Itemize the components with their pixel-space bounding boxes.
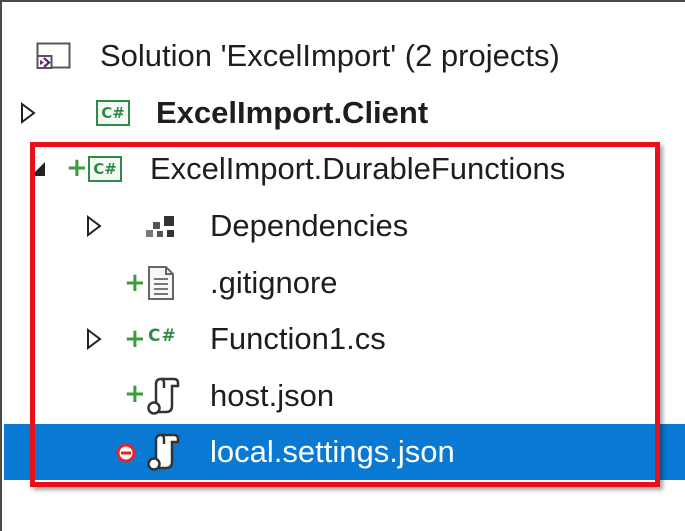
expand-arrow-icon[interactable]: [16, 101, 40, 125]
tree-item-label: ExcelImport.Client: [156, 95, 429, 130]
expand-arrow-icon[interactable]: [82, 214, 106, 238]
csharp-project-icon: C#: [88, 156, 122, 182]
excluded-icon: [116, 443, 136, 463]
tree-item-client-project[interactable]: C# ExcelImport.Client: [4, 85, 685, 141]
tree-item-gitignore[interactable]: + .gitignore: [4, 255, 685, 311]
tree-item-label: Solution 'ExcelImport' (2 projects): [100, 38, 560, 73]
tree-item-host-json[interactable]: + host.json: [4, 368, 685, 424]
json-file-icon: [142, 432, 186, 472]
tree-item-solution[interactable]: Solution 'ExcelImport' (2 projects): [4, 28, 685, 84]
dependencies-icon: [144, 214, 178, 240]
added-icon: +: [124, 324, 146, 354]
vs-solution-icon: [36, 40, 72, 72]
json-file-icon: [142, 376, 186, 416]
tree-item-label: Dependencies: [210, 208, 409, 243]
tree-item-dependencies[interactable]: Dependencies: [4, 198, 685, 254]
tree-item-durablefunctions-project[interactable]: + C# ExcelImport.DurableFunctions: [4, 141, 685, 197]
added-icon: +: [124, 268, 146, 298]
tree-item-label: local.settings.json: [210, 434, 455, 469]
tree-item-label: Function1.cs: [210, 321, 386, 356]
added-icon: +: [66, 153, 88, 183]
solution-explorer-panel: Solution 'ExcelImport' (2 projects) C# E…: [0, 0, 685, 531]
csharp-project-icon: C#: [96, 100, 130, 126]
tree-item-label: host.json: [210, 378, 335, 413]
text-file-icon: [146, 265, 176, 301]
tree-item-local-settings-json[interactable]: local.settings.json: [4, 424, 685, 480]
tree-item-label: .gitignore: [210, 265, 338, 300]
collapse-arrow-icon[interactable]: [26, 157, 50, 181]
expand-arrow-icon[interactable]: [82, 327, 106, 351]
tree-item-label: ExcelImport.DurableFunctions: [150, 151, 566, 186]
tree-item-function1[interactable]: + C# Function1.cs: [4, 311, 685, 367]
csharp-file-icon: C#: [148, 326, 177, 346]
